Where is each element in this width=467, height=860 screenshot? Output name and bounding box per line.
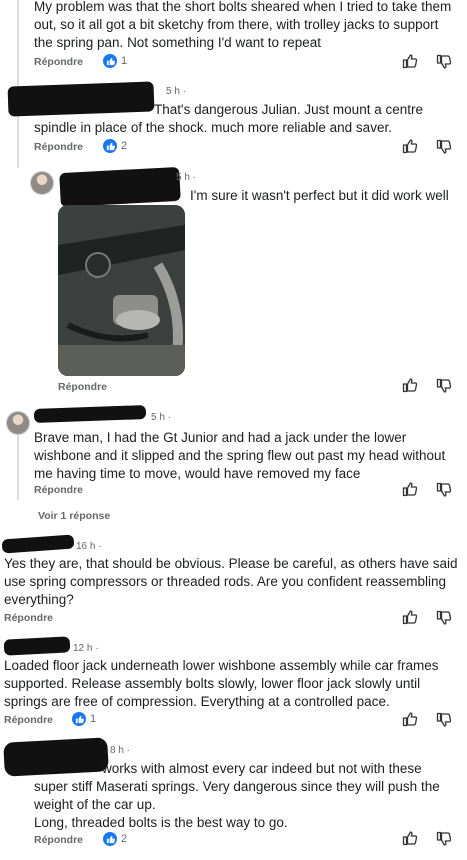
comment-text: Brave man, I had the Gt Junior and had a… xyxy=(34,430,446,481)
comment-text: My problem was that the short bolts shea… xyxy=(34,0,452,50)
comment-text: Yes they are, that should be obvious. Pl… xyxy=(4,556,458,607)
reply-button[interactable]: Répondre xyxy=(34,484,83,496)
reply-button[interactable]: Répondre xyxy=(34,141,83,153)
like-count[interactable]: 2 xyxy=(103,139,127,153)
reply-button[interactable]: Répondre xyxy=(4,714,53,726)
avatar[interactable] xyxy=(30,171,54,195)
thumb-down-outline-icon[interactable] xyxy=(436,482,452,498)
thumb-up-outline-icon[interactable] xyxy=(402,830,418,846)
redacted-name xyxy=(3,636,71,656)
thumb-up-outline-icon[interactable] xyxy=(402,711,418,727)
thumb-up-outline-icon[interactable] xyxy=(402,609,418,625)
like-badge-icon xyxy=(103,832,117,846)
like-count[interactable]: 1 xyxy=(103,54,127,68)
like-badge-icon xyxy=(103,54,117,68)
view-replies-link[interactable]: Voir 1 réponse xyxy=(38,510,110,522)
comment-time: 5 h · xyxy=(151,412,172,423)
thumb-down-outline-icon[interactable] xyxy=(436,712,452,728)
comment-text: works with almost every car indeed but n… xyxy=(34,761,440,812)
like-count[interactable]: 2 xyxy=(103,832,127,846)
redacted-name xyxy=(59,166,181,208)
comment-time: 12 h · xyxy=(73,643,99,654)
thumb-up-outline-icon[interactable] xyxy=(402,481,418,497)
reply-button[interactable]: Répondre xyxy=(4,612,53,624)
comment-time: 8 h · xyxy=(110,745,131,756)
thumb-down-outline-icon[interactable] xyxy=(436,139,452,155)
thumb-down-outline-icon[interactable] xyxy=(436,378,452,394)
like-number: 1 xyxy=(121,55,128,67)
thumb-down-outline-icon[interactable] xyxy=(436,831,452,847)
like-number: 2 xyxy=(121,833,128,845)
comment-time: 5 h · xyxy=(166,86,187,97)
comment-time: 5 h · xyxy=(176,172,197,183)
thread-line xyxy=(17,0,19,168)
comment-text: That's dangerous Julian. Just mount a ce… xyxy=(34,102,423,135)
redacted-name xyxy=(33,405,147,423)
thumb-down-outline-icon[interactable] xyxy=(436,54,452,70)
like-count[interactable]: 1 xyxy=(72,712,96,726)
like-number: 2 xyxy=(121,140,128,152)
thumb-up-outline-icon[interactable] xyxy=(402,377,418,393)
thumb-up-outline-icon[interactable] xyxy=(402,138,418,154)
comment-text: Loaded floor jack underneath lower wishb… xyxy=(4,658,439,709)
redacted-name xyxy=(1,534,75,554)
thumb-up-outline-icon[interactable] xyxy=(402,53,418,69)
like-badge-icon xyxy=(72,712,86,726)
comment-text: Long, threaded bolts is the best way to … xyxy=(34,815,288,830)
reply-button[interactable]: Répondre xyxy=(58,381,107,393)
reply-button[interactable]: Répondre xyxy=(34,56,83,68)
like-number: 1 xyxy=(90,713,97,725)
like-badge-icon xyxy=(103,139,117,153)
reply-button[interactable]: Répondre xyxy=(34,834,83,846)
comment-photo[interactable] xyxy=(58,205,185,376)
thumb-down-outline-icon[interactable] xyxy=(436,610,452,626)
comment-text: I'm sure it wasn't perfect but it did wo… xyxy=(190,188,449,203)
comment-time: 16 h · xyxy=(76,541,102,552)
car-suspension-photo xyxy=(58,205,185,376)
avatar[interactable] xyxy=(6,411,30,435)
